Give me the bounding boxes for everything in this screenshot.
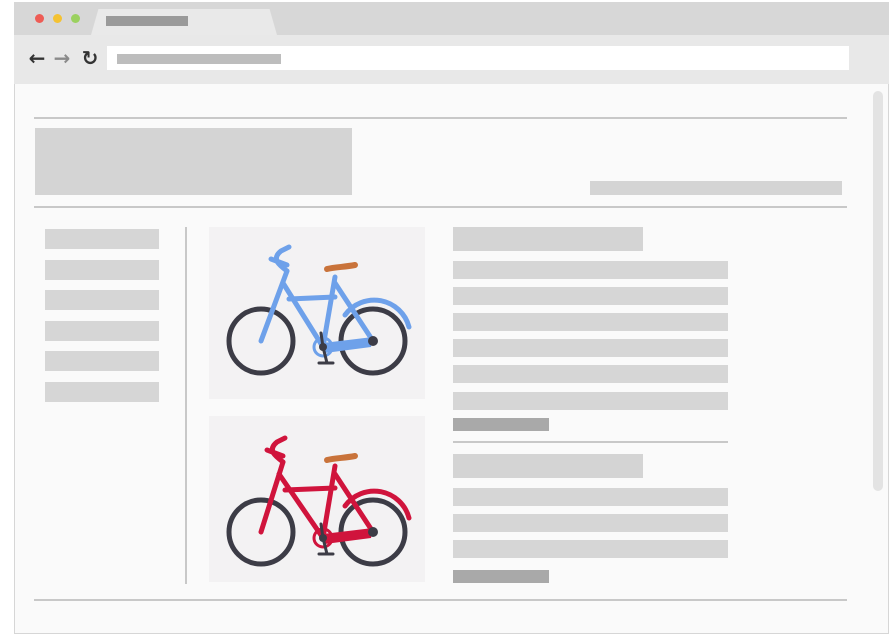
sidebar-item[interactable] xyxy=(45,351,159,371)
product-description-line xyxy=(453,365,728,383)
product-link-placeholder[interactable] xyxy=(453,570,549,583)
product-description-line xyxy=(453,339,728,357)
header-bottom-divider xyxy=(34,206,847,208)
product-image-red-bicycle[interactable] xyxy=(209,416,425,582)
footer-divider xyxy=(34,599,847,601)
forward-icon[interactable]: → xyxy=(52,46,72,70)
sidebar-item[interactable] xyxy=(45,290,159,310)
reload-icon[interactable]: ↻ xyxy=(80,46,100,70)
product-title-placeholder xyxy=(453,454,643,478)
sidebar-item[interactable] xyxy=(45,382,159,402)
header-nav-placeholder[interactable] xyxy=(590,181,842,195)
url-placeholder xyxy=(117,54,281,64)
maximize-window-button[interactable] xyxy=(71,14,80,23)
sidebar-divider xyxy=(185,227,187,584)
sidebar-item[interactable] xyxy=(45,260,159,280)
product-description-line xyxy=(453,287,728,305)
scrollbar[interactable] xyxy=(873,91,883,491)
logo-placeholder[interactable] xyxy=(35,128,352,195)
bicycle-icon xyxy=(226,435,412,567)
product-description-line xyxy=(453,514,728,532)
tab-title-placeholder xyxy=(106,16,188,26)
product-description-line xyxy=(453,392,728,410)
back-icon[interactable]: ← xyxy=(27,46,47,70)
product-title-placeholder xyxy=(453,227,643,251)
product-description-line xyxy=(453,540,728,558)
product-description-line xyxy=(453,261,728,279)
product-description-line xyxy=(453,313,728,331)
bicycle-icon xyxy=(226,244,412,376)
browser-window xyxy=(14,2,889,634)
sidebar-item[interactable] xyxy=(45,321,159,341)
close-window-button[interactable] xyxy=(35,14,44,23)
product-description-line xyxy=(453,488,728,506)
sidebar-item[interactable] xyxy=(45,229,159,249)
product-link-placeholder[interactable] xyxy=(453,418,549,431)
minimize-window-button[interactable] xyxy=(53,14,62,23)
header-top-divider xyxy=(34,117,847,119)
product-divider xyxy=(453,441,728,443)
product-image-blue-bicycle[interactable] xyxy=(209,227,425,399)
